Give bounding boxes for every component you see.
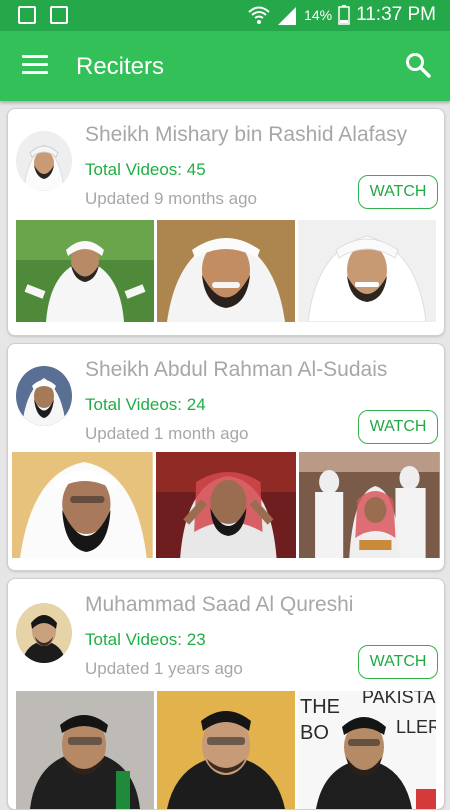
reciter-card[interactable]: Sheikh Mishary bin Rashid Alafasy Total …	[7, 108, 445, 336]
video-thumbnail[interactable]	[155, 452, 297, 558]
battery-percent: 14%	[304, 7, 333, 23]
reciter-name: Sheikh Abdul Rahman Al-Sudais	[85, 358, 388, 381]
video-thumbnail[interactable]	[16, 691, 154, 809]
reciter-card[interactable]: Muhammad Saad Al Qureshi Total Videos: 2…	[7, 578, 445, 810]
thumbnail-strip: THE PAKISTAN BO LLER	[16, 691, 436, 809]
message-icon	[18, 6, 36, 24]
watch-button[interactable]: WATCH	[358, 645, 438, 679]
video-thumbnail[interactable]: THE PAKISTAN BO LLER	[298, 691, 436, 809]
thumbnail-strip	[12, 452, 441, 558]
banner-text-line3: BO	[300, 722, 329, 744]
reciter-name: Sheikh Mishary bin Rashid Alafasy	[85, 123, 408, 146]
watch-button[interactable]: WATCH	[358, 410, 438, 444]
video-thumbnail[interactable]	[298, 220, 436, 322]
battery-icon	[338, 5, 350, 25]
banner-text-line1: THE	[300, 696, 340, 718]
video-thumbnail[interactable]	[157, 691, 295, 809]
thumbnail-strip	[16, 220, 436, 322]
banner-text-line2: PAKISTAN	[362, 691, 436, 707]
clock: 11:37 PM	[356, 4, 436, 25]
video-thumbnail[interactable]	[157, 220, 295, 322]
total-videos: Total Videos: 45	[85, 160, 206, 179]
page-title: Reciters	[76, 53, 165, 80]
updated-time: Updated 1 years ago	[85, 659, 243, 678]
total-videos: Total Videos: 23	[85, 630, 206, 649]
reciter-avatar	[16, 131, 72, 191]
reciter-name: Muhammad Saad Al Qureshi	[85, 593, 354, 616]
status-bar: 14% 11:37 PM	[0, 0, 450, 31]
reciter-card[interactable]: Sheikh Abdul Rahman Al-Sudais Total Vide…	[7, 343, 445, 571]
signal-icon	[278, 7, 297, 25]
updated-time: Updated 1 month ago	[85, 424, 249, 443]
video-thumbnail[interactable]	[16, 220, 154, 322]
wifi-icon	[248, 6, 270, 24]
reciter-avatar	[16, 603, 72, 663]
total-videos: Total Videos: 24	[85, 395, 206, 414]
banner-text-line4: LLER	[396, 717, 436, 737]
video-thumbnail[interactable]	[299, 452, 441, 558]
reciter-avatar	[16, 366, 72, 426]
app-bar: Reciters	[0, 31, 450, 101]
video-thumbnail[interactable]	[12, 452, 153, 558]
watch-button[interactable]: WATCH	[358, 175, 438, 209]
updated-time: Updated 9 months ago	[85, 189, 258, 208]
search-icon[interactable]	[404, 51, 432, 79]
menu-icon[interactable]	[22, 55, 48, 75]
image-icon	[50, 6, 68, 24]
